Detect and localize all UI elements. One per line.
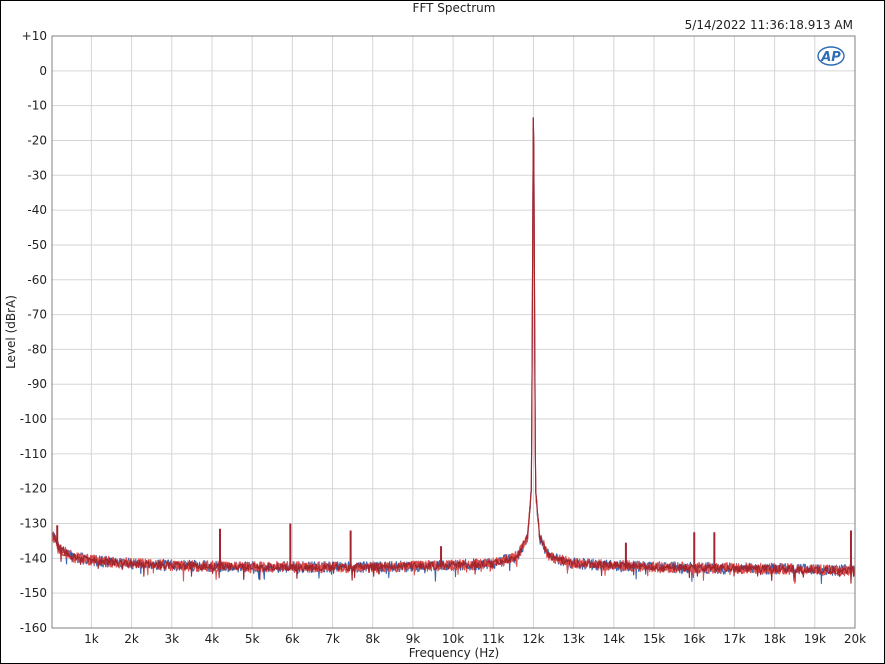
x-tick-label: 8k: [365, 632, 380, 646]
x-tick-label: 5k: [245, 632, 260, 646]
x-tick-label: 14k: [603, 632, 625, 646]
chart-title: FFT Spectrum: [413, 1, 496, 15]
y-axis-label: Level (dBrA): [4, 295, 18, 369]
y-tick-label: -130: [20, 517, 47, 531]
x-tick-label: 1k: [84, 632, 99, 646]
y-tick-label: -100: [20, 412, 47, 426]
fft-spectrum-chart: FFT Spectrum 5/14/2022 11:36:18.913 AM A…: [4, 1, 866, 660]
grid: [52, 35, 856, 629]
y-tick-label: -10: [27, 99, 47, 113]
y-tick-label: -20: [27, 133, 47, 147]
x-tick-label: 11k: [482, 632, 504, 646]
x-tick-label: 17k: [723, 632, 745, 646]
x-axis-label: Frequency (Hz): [409, 646, 500, 660]
ap-logo: AP: [817, 46, 845, 66]
x-tick-label: 18k: [764, 632, 786, 646]
x-tick-label: 2k: [124, 632, 139, 646]
x-tick-label: 20k: [844, 632, 866, 646]
y-tick-label: -50: [27, 238, 47, 252]
timestamp: 5/14/2022 11:36:18.913 AM: [685, 18, 853, 32]
x-tick-label: 7k: [325, 632, 340, 646]
x-tick-label: 9k: [406, 632, 421, 646]
x-tick-label: 3k: [164, 632, 179, 646]
y-tick-label: 0: [39, 64, 47, 78]
logo-text: AP: [820, 50, 841, 65]
y-tick-label: -60: [27, 273, 47, 287]
x-tick-label: 10k: [442, 632, 464, 646]
y-axis-ticks: +10 0 -10 -20 -30 -40 -50 -60 -70 -80 -90 -100 -110 -…: [20, 29, 47, 635]
y-tick-label: -90: [27, 377, 47, 391]
y-tick-label: -150: [20, 586, 47, 600]
x-tick-label: 16k: [683, 632, 705, 646]
y-tick-label: -120: [20, 482, 47, 496]
y-tick-label: -140: [20, 551, 47, 565]
y-tick-label: -30: [27, 168, 47, 182]
y-tick-label: -40: [27, 203, 47, 217]
y-tick-label: -110: [20, 447, 47, 461]
x-tick-label: 12k: [522, 632, 544, 646]
x-tick-label: 13k: [563, 632, 585, 646]
x-axis-ticks: 1k 2k 3k 4k 5k 6k 7k 8k 9k 10k 11k 12k 13k 14k 15k 16k 1…: [84, 632, 866, 646]
y-tick-label: -160: [20, 621, 47, 635]
y-tick-label: -80: [27, 342, 47, 356]
x-tick-label: 6k: [285, 632, 300, 646]
x-tick-label: 4k: [205, 632, 220, 646]
x-tick-label: 15k: [643, 632, 665, 646]
x-tick-label: 19k: [804, 632, 826, 646]
y-tick-label: -70: [27, 308, 47, 322]
y-tick-label: +10: [22, 29, 47, 43]
